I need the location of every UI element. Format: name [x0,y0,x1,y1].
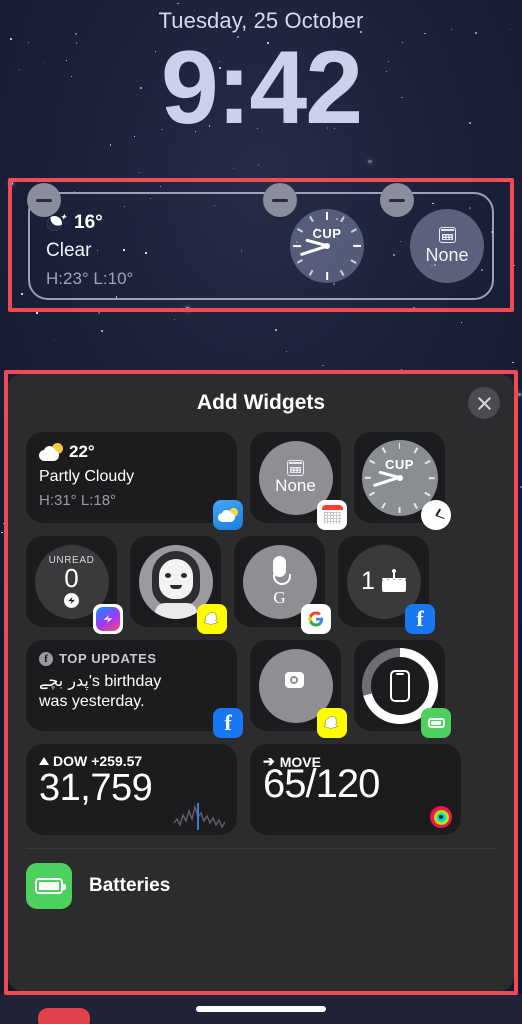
snapchat-app-icon [317,708,347,738]
weather-card-condition: Partly Cloudy [39,468,135,485]
minus-icon [389,198,405,202]
facebook-app-icon: f [405,604,435,634]
analog-clock-icon: CUP [290,209,364,283]
fitness-rings-icon [430,806,452,828]
widget-card-weather[interactable]: 22° Partly Cloudy H:31° L:18° [26,432,243,530]
weather-card-top-row: 22° [39,442,237,462]
facebook-updates-line-2: was yesterday. [39,693,145,710]
list-item-label: Batteries [89,875,171,896]
messenger-unread-count: 0 [64,563,79,593]
widget-card-stocks[interactable]: DOW +259.57 31,759 [26,744,237,835]
snapchat-app-icon [197,604,227,634]
lock-screen-header: Tuesday, 25 October 9:42 [0,0,522,140]
tray-weather-top-row: ✦ 16° [45,212,256,234]
calendar-icon [287,459,304,476]
clock-card-city-label: CUP [385,456,414,472]
home-indicator[interactable] [196,1006,326,1012]
widget-card-messenger[interactable]: UNREAD 0 [26,536,123,634]
facebook-updates-header-row: f TOP UPDATES [39,651,237,666]
facebook-birthday-count: 1 [361,567,375,595]
messenger-bolt-icon [64,593,79,608]
close-button[interactable] [468,387,500,419]
list-item-batteries[interactable]: Batteries [8,849,514,923]
widget-card-facebook-updates[interactable]: f TOP UPDATES پدر بچے's birthday was yes… [26,640,243,738]
widget-row-4: DOW +259.57 31,759 ➔ MOVE 65/120 [8,744,514,835]
widget-card-snapchat-avatar[interactable] [130,536,227,634]
facebook-updates-line-1: پدر بچے's birthday [39,671,237,691]
facebook-friend-name: پدر بچے [39,671,89,690]
weather-card-high-low: H:31° L:18° [39,492,117,509]
sun-cloud-icon [39,443,63,461]
calendar-none-label: None [275,475,316,495]
bottom-partial-chip [38,1008,90,1024]
widget-row-2: UNREAD 0 G 1 f [8,536,514,634]
widget-card-snapchat-camera[interactable] [250,640,347,738]
widget-row-1: 22° Partly Cloudy H:31° L:18° None CUP [8,432,514,530]
lock-screen-time: 9:42 [160,30,363,146]
tray-none-circle: None [410,209,484,283]
tray-clock-city-label: CUP [312,226,342,241]
tray-widget-weather[interactable]: ✦ 16° Clear H:23° L:10° [30,194,256,298]
add-widgets-panel: Add Widgets 22° Partly Cloudy H:31° L:18… [8,374,514,991]
birthday-cake-icon [381,567,406,592]
fitness-value: 65/120 [263,762,380,806]
widget-card-fitness[interactable]: ➔ MOVE 65/120 [250,744,461,835]
weather-card-temperature: 22° [69,442,95,461]
remove-widget-button-2[interactable] [263,183,297,217]
tray-widget-calendar-none[interactable]: None [398,194,496,298]
google-g-letter: G [273,587,286,607]
tray-none-label: None [425,244,469,265]
widget-card-google[interactable]: G [234,536,331,634]
calendar-app-icon [317,500,347,530]
stocks-app-icon [213,812,243,842]
tray-weather-condition: Clear [46,240,92,261]
remove-widget-button-3[interactable] [380,183,414,217]
clock-app-icon [421,500,451,530]
messenger-app-icon [93,604,123,634]
panel-header: Add Widgets [8,374,514,432]
widget-card-calendar-none[interactable]: None [250,432,347,530]
tray-weather-high-low: H:23° L:10° [46,269,134,288]
clock-center-pin [324,243,330,249]
minus-icon [272,198,288,202]
facebook-app-icon: f [213,708,243,738]
widget-card-facebook-birthday[interactable]: 1 f [338,536,435,634]
facebook-mini-icon: f [39,651,53,666]
birthday-row: 1 [361,567,406,596]
widget-card-batteries[interactable] [354,640,451,738]
triangle-up-icon [39,757,49,765]
panel-title: Add Widgets [196,391,326,414]
widget-row-3: f TOP UPDATES پدر بچے's birthday was yes… [8,640,514,738]
widget-card-clock[interactable]: CUP [354,432,451,530]
remove-widget-button-1[interactable] [27,183,61,217]
calendar-icon [438,226,456,243]
microphone-icon [272,555,291,585]
tray-widget-clock[interactable]: CUP [282,194,372,298]
minus-icon [36,198,52,202]
batteries-app-icon [421,708,451,738]
phone-icon [389,669,410,702]
facebook-updates-header: TOP UPDATES [59,651,157,666]
batteries-app-icon [26,863,72,909]
weather-app-icon [213,500,243,530]
tray-weather-temperature: 16° [74,212,103,233]
facebook-updates-line-1-rest: 's birthday [88,673,162,690]
lock-screen-widget-tray[interactable]: ✦ 16° Clear H:23° L:10° CUP None [28,192,494,300]
google-app-icon [301,604,331,634]
close-icon [477,396,491,410]
